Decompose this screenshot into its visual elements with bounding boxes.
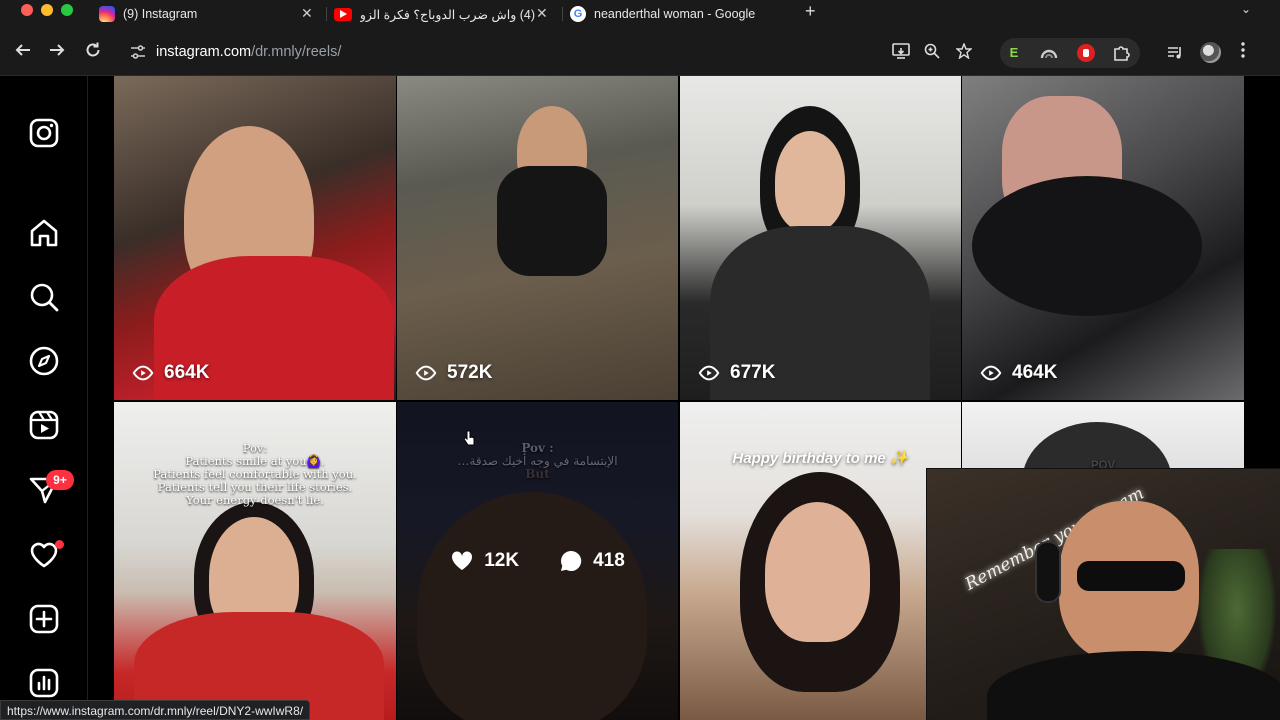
tab-separator	[562, 7, 563, 21]
instagram-favicon-icon	[99, 6, 115, 22]
view-count-text: 464K	[1012, 362, 1058, 383]
play-eye-icon	[132, 365, 154, 381]
youtube-favicon-icon	[334, 7, 352, 21]
view-count: 664K	[132, 362, 209, 384]
zoom-icon[interactable]	[924, 43, 940, 63]
view-count: 572K	[415, 362, 492, 384]
heart-icon	[452, 551, 473, 570]
reel-caption: Pov: Patients smile at you🙆‍♀️. Patients…	[114, 442, 396, 507]
tab-title: (9) Instagram	[123, 7, 198, 21]
view-count-text: 664K	[164, 362, 210, 383]
reload-button[interactable]	[84, 41, 102, 63]
tab-separator	[326, 7, 327, 21]
play-eye-icon	[980, 365, 1002, 381]
reel-tile[interactable]: 572K	[397, 76, 678, 400]
explore-compass-icon[interactable]	[28, 345, 60, 377]
forward-button[interactable]	[48, 41, 66, 63]
hover-stats-overlay: 12K 418	[397, 402, 678, 720]
likes-stat: 12K	[450, 549, 519, 573]
likes-count: 12K	[484, 550, 520, 571]
address-bar[interactable]: instagram.com/dr.mnly/reels/	[118, 36, 986, 68]
url-text: instagram.com/dr.mnly/reels/	[156, 44, 341, 60]
create-plus-icon[interactable]	[28, 603, 60, 635]
browser-toolbar: instagram.com/dr.mnly/reels/ E	[0, 28, 1280, 76]
instagram-logo-icon[interactable]	[28, 117, 60, 149]
tab-google[interactable]: G neanderthal woman - Google	[570, 0, 800, 28]
instagram-sidebar: 9+	[0, 76, 88, 720]
link-status-bar: https://www.instagram.com/dr.mnly/reel/D…	[0, 700, 311, 720]
search-icon[interactable]	[28, 281, 60, 313]
caption-line: Your energy doesn't lie.	[186, 493, 324, 507]
close-tab-icon[interactable]: ✕	[301, 5, 313, 22]
play-eye-icon	[698, 365, 720, 381]
dashboard-chart-icon[interactable]	[28, 667, 60, 699]
sunglasses	[1077, 561, 1185, 591]
url-path: /dr.mnly/reels/	[251, 44, 342, 60]
reels-icon[interactable]	[28, 409, 60, 441]
view-count: 464K	[980, 362, 1057, 384]
maximize-window-button[interactable]	[61, 4, 73, 16]
bookmark-star-icon[interactable]	[955, 42, 973, 63]
streamer-body	[987, 651, 1280, 720]
tab-title: (4) واش ضرب الدوباج؟ فكرة الزواج	[360, 7, 535, 22]
tab-instagram[interactable]: (9) Instagram ✕	[99, 0, 319, 28]
tab-youtube[interactable]: (4) واش ضرب الدوباج؟ فكرة الزواج ✕	[334, 0, 554, 28]
reel-tile[interactable]: 464K	[962, 76, 1244, 400]
profile-avatar[interactable]	[1200, 42, 1221, 63]
cast-icon[interactable]	[892, 43, 910, 63]
browser-menu-icon[interactable]	[1241, 42, 1245, 63]
close-tab-icon[interactable]: ✕	[536, 5, 548, 22]
new-tab-button[interactable]: +	[805, 1, 816, 22]
reel-thumbnail	[497, 166, 607, 276]
messages-badge: 9+	[46, 470, 74, 490]
reel-thumbnail	[765, 502, 870, 642]
reel-tile[interactable]: Happy birthday to me ✨	[680, 402, 961, 720]
view-count-text: 677K	[730, 362, 776, 383]
arrow-left-icon	[15, 44, 30, 56]
tab-search-button[interactable]: ⌄	[1241, 2, 1251, 16]
tab-bar: (9) Instagram ✕ (4) واش ضرب الدوباج؟ فكر…	[0, 0, 1280, 28]
home-icon[interactable]	[28, 217, 60, 249]
headphones	[1035, 541, 1061, 603]
extension-arc-icon[interactable]	[1040, 44, 1058, 62]
view-count-text: 572K	[447, 362, 493, 383]
reel-tile-hovered[interactable]: Pov : الإبتسامة في وجه أخيك صدقة… But 12…	[397, 402, 678, 720]
reel-thumbnail	[775, 131, 845, 231]
media-control-icon[interactable]	[1166, 44, 1184, 62]
reel-thumbnail	[972, 176, 1202, 316]
url-host: instagram.com	[156, 44, 252, 60]
reload-icon	[86, 42, 100, 57]
comments-count: 418	[593, 550, 625, 571]
reel-tile[interactable]: 664K	[114, 76, 396, 400]
notification-dot	[55, 540, 64, 549]
extension-hand-icon[interactable]	[1077, 44, 1095, 62]
reel-tile[interactable]: Pov: Patients smile at you🙆‍♀️. Patients…	[114, 402, 396, 720]
view-count: 677K	[698, 362, 775, 384]
comment-bubble-icon	[561, 550, 582, 571]
reel-tile[interactable]: 677K	[680, 76, 961, 400]
tab-title: neanderthal woman - Google	[594, 7, 756, 21]
close-window-button[interactable]	[21, 4, 33, 16]
reel-caption: Happy birthday to me ✨	[732, 450, 909, 467]
minimize-window-button[interactable]	[41, 4, 53, 16]
extensions-puzzle-icon[interactable]	[1112, 44, 1130, 62]
comments-stat: 418	[559, 549, 625, 573]
webcam-overlay: Remember your dream	[926, 468, 1280, 720]
arrow-right-icon	[50, 44, 65, 56]
extension-e-icon[interactable]: E	[1005, 44, 1023, 62]
hand-cursor-icon	[463, 430, 475, 446]
play-eye-icon	[415, 365, 437, 381]
google-favicon-icon: G	[570, 6, 586, 22]
back-button[interactable]	[14, 41, 32, 63]
site-info-icon[interactable]	[130, 45, 146, 62]
